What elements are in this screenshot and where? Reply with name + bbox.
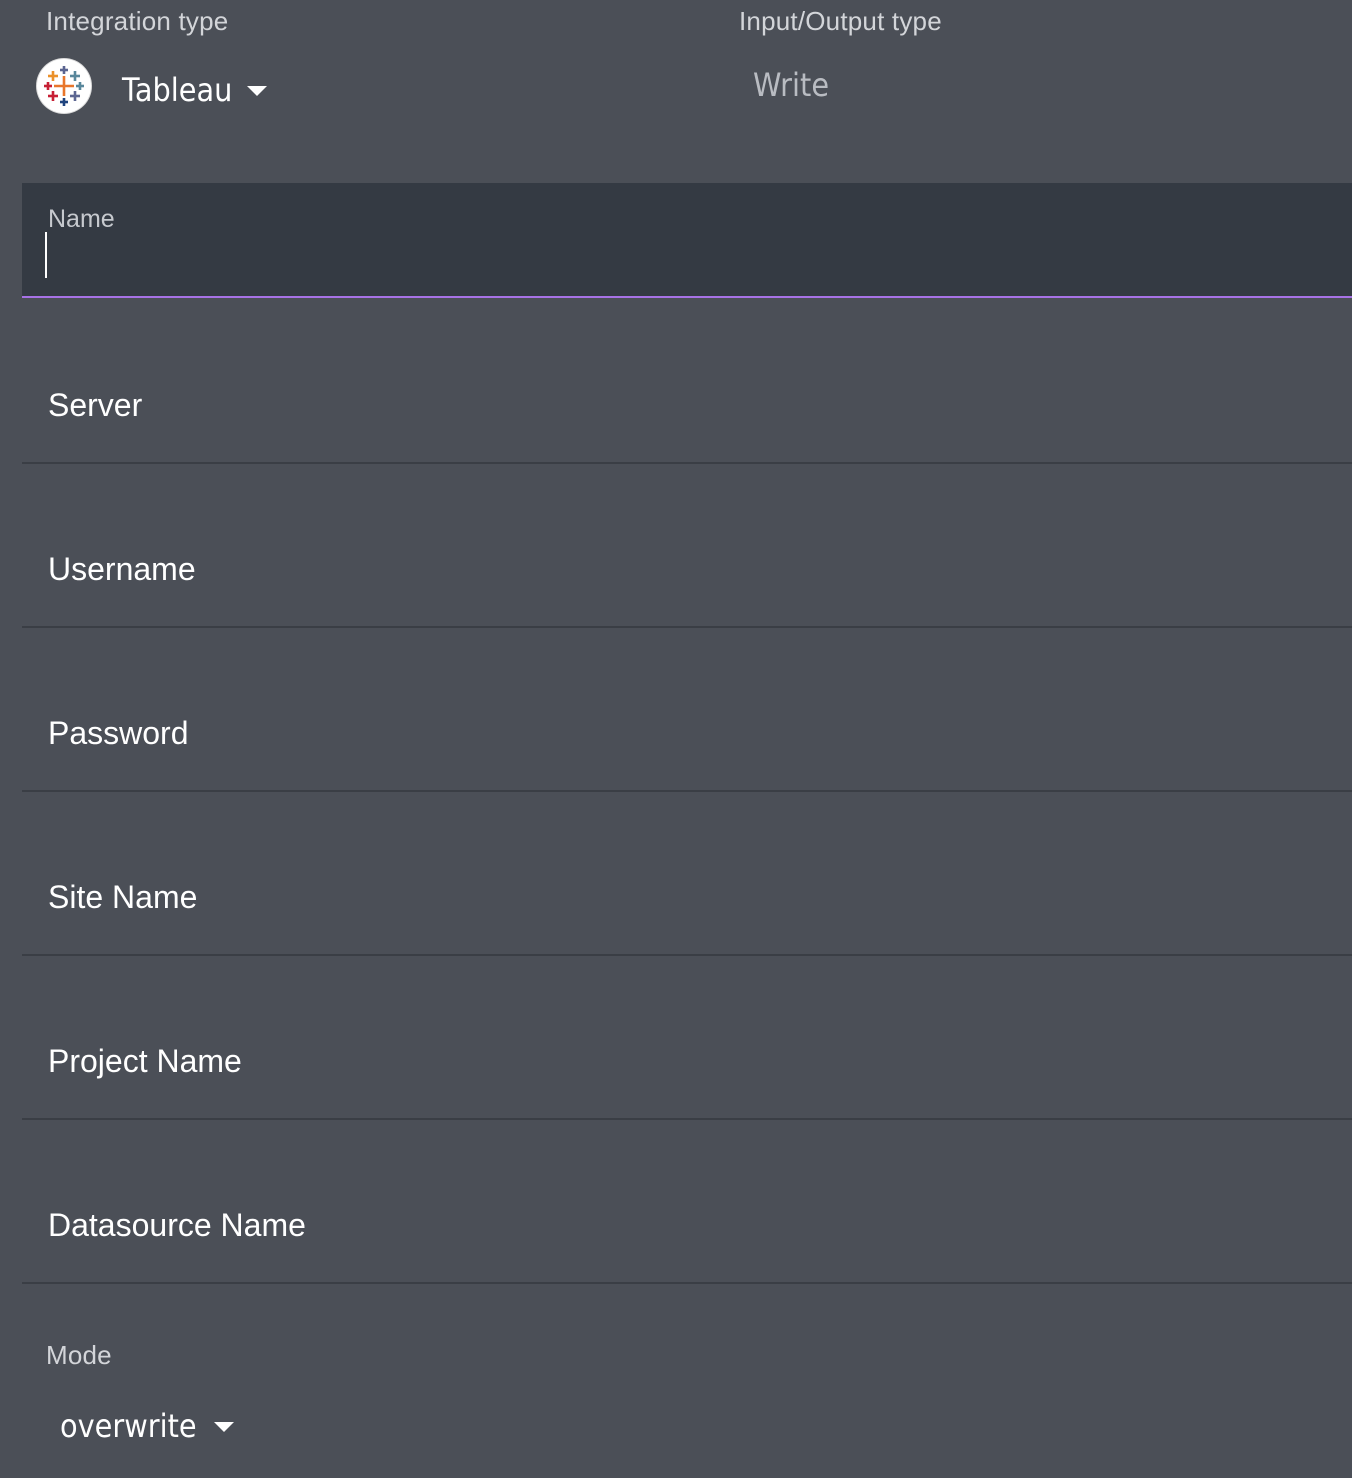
site-name-input[interactable]: Site Name [22, 792, 1352, 956]
caret-down-icon [213, 1422, 234, 1432]
mode-dropdown[interactable]: overwrite [60, 1402, 234, 1450]
integration-config-form: Integration type Input/Output type Table… [0, 0, 1352, 1478]
username-label: Username [48, 551, 196, 587]
text-cursor [45, 232, 47, 278]
site-name-label: Site Name [48, 879, 198, 915]
name-label: Name [48, 205, 115, 233]
integration-type-label: Integration type [46, 6, 229, 36]
username-input[interactable]: Username [22, 464, 1352, 628]
datasource-name-label: Datasource Name [48, 1207, 306, 1243]
caret-down-icon [246, 86, 267, 96]
io-type-value: Write [753, 66, 830, 104]
server-label: Server [48, 387, 143, 423]
password-label: Password [48, 715, 189, 751]
io-type-label: Input/Output type [739, 6, 942, 36]
mode-value: overwrite [60, 1407, 197, 1445]
tableau-logo-icon [37, 59, 91, 113]
integration-type-dropdown[interactable]: Tableau [122, 66, 267, 114]
server-input[interactable]: Server [22, 300, 1352, 464]
password-input[interactable]: Password [22, 628, 1352, 792]
integration-type-value: Tableau [122, 71, 233, 109]
mode-label: Mode [46, 1340, 112, 1370]
project-name-input[interactable]: Project Name [22, 956, 1352, 1120]
project-name-label: Project Name [48, 1043, 242, 1079]
name-input[interactable]: Name [22, 183, 1352, 298]
datasource-name-input[interactable]: Datasource Name [22, 1120, 1352, 1284]
